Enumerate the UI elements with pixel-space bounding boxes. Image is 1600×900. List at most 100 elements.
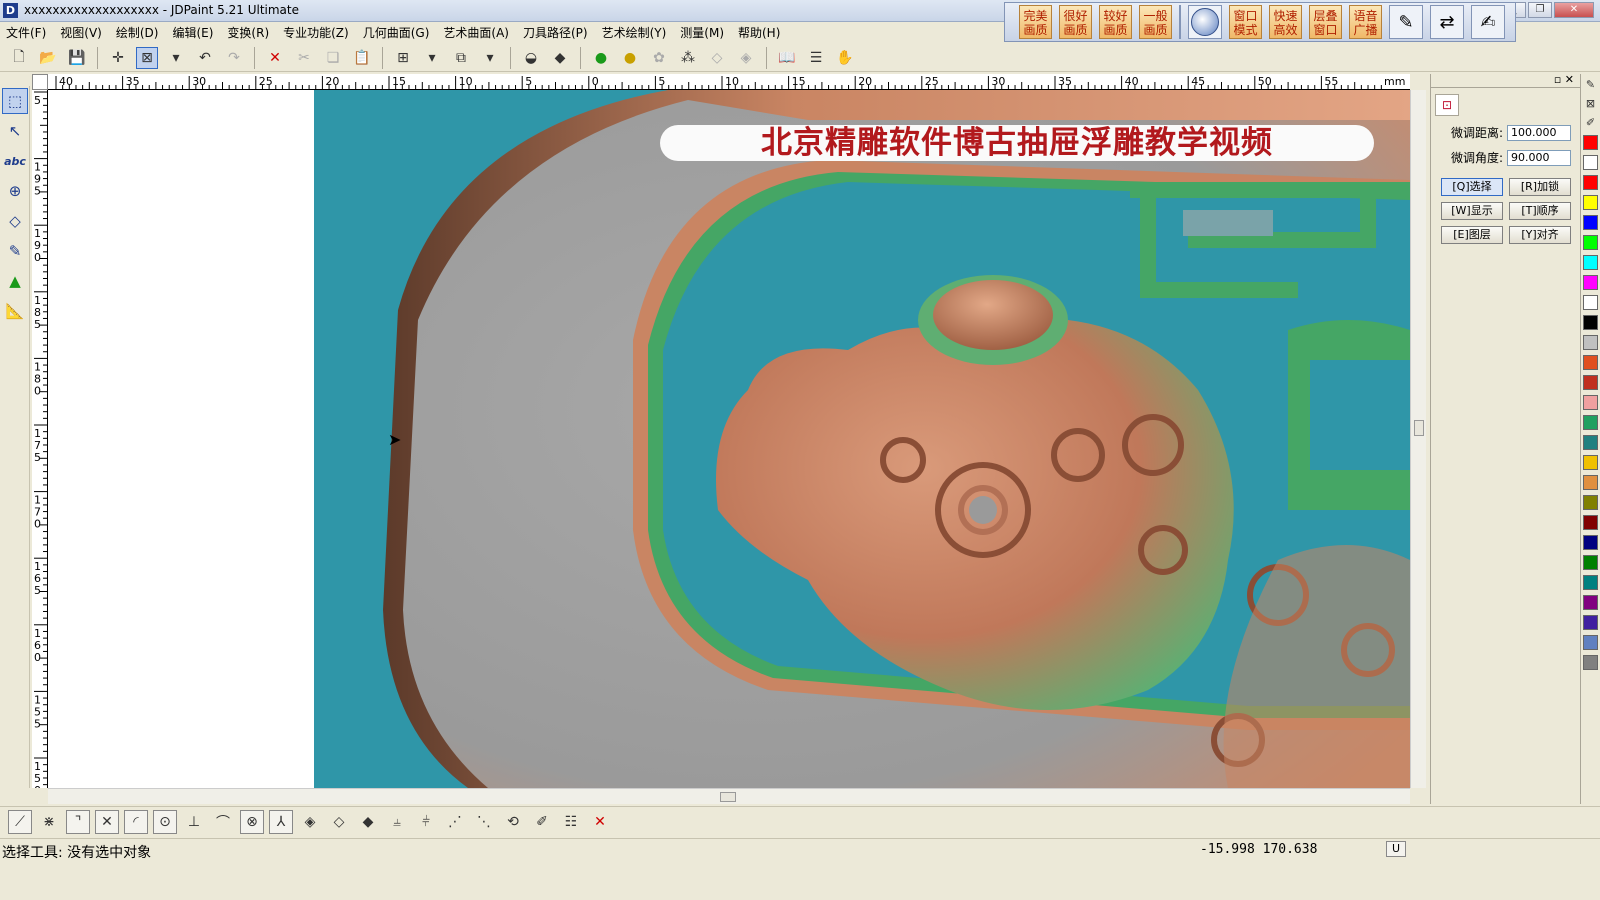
- color-swatch[interactable]: [1583, 155, 1598, 170]
- color-swatch[interactable]: [1583, 315, 1598, 330]
- align-left-icon[interactable]: ⫨: [385, 810, 409, 834]
- menu-art-draw[interactable]: 艺术绘制(Y): [602, 24, 667, 41]
- quality-very-good-button[interactable]: 很好 画质: [1059, 5, 1092, 39]
- pen-tool-icon[interactable]: ✎: [1389, 5, 1423, 39]
- snap-node-icon[interactable]: ⋇: [37, 810, 61, 834]
- color-swatch[interactable]: [1583, 455, 1598, 470]
- restore-button[interactable]: ❐: [1528, 2, 1552, 18]
- snap-perpendicular-icon[interactable]: ⊥: [182, 810, 206, 834]
- sign-tool-icon[interactable]: ✍: [1471, 5, 1505, 39]
- new-file-icon[interactable]: 🗋: [8, 47, 30, 69]
- quality-perfect-button[interactable]: 完美 画质: [1019, 5, 1052, 39]
- zoom-window-icon[interactable]: ⊠: [136, 46, 158, 69]
- color-swatch[interactable]: [1583, 215, 1598, 230]
- color-swatch[interactable]: [1583, 555, 1598, 570]
- cut-icon[interactable]: ✂: [293, 47, 315, 69]
- snap-circle-icon[interactable]: ⊙: [153, 809, 177, 834]
- eyedropper-icon[interactable]: ✐: [1583, 116, 1598, 131]
- fill-bucket-icon[interactable]: ▲: [2, 268, 28, 294]
- voice-broadcast-button[interactable]: 语音 广播: [1349, 5, 1382, 39]
- list-icon[interactable]: ☰: [805, 47, 827, 69]
- align-button[interactable]: [Y]对齐: [1509, 226, 1571, 244]
- menu-measure[interactable]: 测量(M): [680, 24, 724, 41]
- paste-icon[interactable]: 📋: [351, 47, 373, 69]
- color-swatch[interactable]: [1583, 335, 1598, 350]
- nudge-distance-field[interactable]: 100.000: [1507, 124, 1572, 141]
- rotate-3d-icon[interactable]: ⟲: [501, 810, 525, 834]
- color-swatch[interactable]: [1583, 535, 1598, 550]
- color-swatch[interactable]: [1583, 615, 1598, 630]
- color-swatch[interactable]: [1583, 175, 1598, 190]
- menu-file[interactable]: 文件(F): [6, 24, 46, 41]
- snap-grid-c-icon[interactable]: ◆: [356, 810, 380, 834]
- dropdown-arrow-icon[interactable]: ▾: [479, 47, 501, 69]
- crosshair-icon[interactable]: ✛: [107, 47, 129, 69]
- color-swatch[interactable]: [1583, 495, 1598, 510]
- undo-icon[interactable]: ↶: [194, 47, 216, 69]
- snap-grid-b-icon[interactable]: ◇: [327, 810, 351, 834]
- book-icon[interactable]: 📖: [776, 47, 798, 69]
- color-swatch[interactable]: [1583, 575, 1598, 590]
- show-button[interactable]: [W]显示: [1441, 202, 1503, 220]
- open-folder-icon[interactable]: 📂: [37, 47, 59, 69]
- copy-icon[interactable]: ❏: [322, 47, 344, 69]
- color-swatch[interactable]: [1583, 235, 1598, 250]
- node-x-icon[interactable]: ⋰: [443, 810, 467, 834]
- order-button[interactable]: [T]顺序: [1509, 202, 1571, 220]
- menu-toolpath[interactable]: 刀具路径(P): [523, 24, 588, 41]
- redo-icon[interactable]: ↷: [223, 47, 245, 69]
- list-edit-icon[interactable]: ☷: [559, 810, 583, 834]
- no-color-icon[interactable]: ⊠: [1583, 97, 1598, 112]
- brush-icon[interactable]: ✐: [530, 810, 554, 834]
- color-swatch[interactable]: [1583, 595, 1598, 610]
- quality-normal-button[interactable]: 一般 画质: [1139, 5, 1172, 39]
- color-swatch[interactable]: [1583, 275, 1598, 290]
- menu-help[interactable]: 帮助(H): [738, 24, 780, 41]
- lamp-icon[interactable]: ●: [619, 47, 641, 69]
- color-swatch[interactable]: [1583, 355, 1598, 370]
- snap-grid-a-icon[interactable]: ◈: [298, 810, 322, 834]
- hand-icon[interactable]: ✋: [834, 47, 856, 69]
- vertical-scrollbar[interactable]: [1410, 90, 1426, 788]
- dropdown-arrow-icon[interactable]: ▾: [421, 47, 443, 69]
- vertical-scroll-thumb[interactable]: [1414, 420, 1424, 436]
- snap-corner-icon[interactable]: ⌝: [66, 809, 90, 834]
- nudge-angle-field[interactable]: 90.000: [1507, 149, 1572, 166]
- color-swatch[interactable]: [1583, 515, 1598, 530]
- menu-edit[interactable]: 编辑(E): [172, 24, 213, 41]
- menu-art-surface[interactable]: 艺术曲面(A): [443, 24, 509, 41]
- snap-arc-icon[interactable]: ◜: [124, 809, 148, 834]
- color-swatch[interactable]: [1583, 435, 1598, 450]
- menu-view[interactable]: 视图(V): [60, 24, 102, 41]
- align-bottom-icon[interactable]: ⫩: [414, 810, 438, 834]
- transform-icon[interactable]: ⊕: [2, 178, 28, 204]
- snap-angle-icon[interactable]: ⅄: [269, 809, 293, 834]
- close-button[interactable]: ✕: [1554, 2, 1594, 18]
- swap-arrows-icon[interactable]: ⇄: [1430, 5, 1464, 39]
- window-mode-button[interactable]: 窗口 模式: [1229, 5, 1262, 39]
- menu-geometry[interactable]: 几何曲面(G): [363, 24, 430, 41]
- pen-icon[interactable]: ✎: [2, 238, 28, 264]
- color-swatch[interactable]: [1583, 415, 1598, 430]
- panel-close-icon[interactable]: ▫ ✕: [1554, 74, 1574, 86]
- menu-draw[interactable]: 绘制(D): [116, 24, 159, 41]
- eraser-icon[interactable]: ◇: [706, 47, 728, 69]
- node-edit-icon[interactable]: ↖: [2, 118, 28, 144]
- color-swatch[interactable]: [1583, 295, 1598, 310]
- pencil-icon[interactable]: ✎: [1583, 78, 1598, 93]
- snap-tangent-icon[interactable]: ⌒: [211, 810, 235, 834]
- horizontal-scrollbar[interactable]: [48, 788, 1410, 804]
- select-button[interactable]: [Q]选择: [1441, 178, 1503, 196]
- cascade-window-button[interactable]: 层叠 窗口: [1309, 5, 1342, 39]
- snap-center-icon[interactable]: ⊗: [240, 809, 264, 834]
- color-swatch[interactable]: [1583, 655, 1598, 670]
- text-abc-icon[interactable]: abc: [2, 148, 28, 174]
- horizontal-scroll-thumb[interactable]: [720, 792, 736, 802]
- color-swatch[interactable]: [1583, 635, 1598, 650]
- nodes-icon[interactable]: ⁂: [677, 47, 699, 69]
- palette-icon[interactable]: ✿: [648, 47, 670, 69]
- select-icon[interactable]: ⬚: [2, 88, 28, 114]
- mask-icon[interactable]: ◆: [549, 47, 571, 69]
- layer-button[interactable]: [E]图层: [1441, 226, 1503, 244]
- snap-line-icon[interactable]: ⟋: [8, 809, 32, 834]
